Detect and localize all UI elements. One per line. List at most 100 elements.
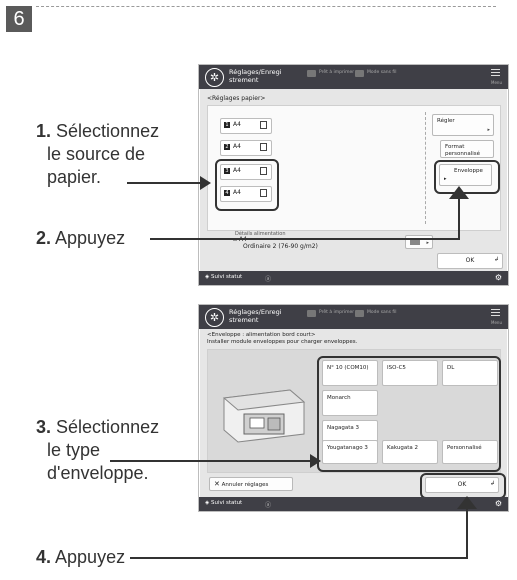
screen-envelope: ✲ Réglages/Enregi strement Prêt à imprim…: [198, 304, 509, 512]
step-text: Sélectionnez: [56, 417, 160, 437]
step-text: d'enveloppe.: [47, 463, 149, 483]
leader-line-4: [130, 557, 468, 559]
paper-icon: [260, 121, 267, 129]
button-label: OK: [457, 481, 467, 488]
leader-line-4-vertical: [466, 506, 468, 559]
status-label: Suivi statut: [210, 500, 243, 506]
envelope-n10[interactable]: N° 10 (COM10): [322, 360, 378, 386]
home-logo-icon[interactable]: ✲: [205, 68, 224, 87]
arrow-head-icon: [200, 176, 211, 190]
printer-icon: [307, 70, 316, 77]
ok-button[interactable]: OK ↲: [425, 477, 499, 493]
tray-4[interactable]: 4 A4: [220, 186, 272, 202]
regler-button[interactable]: Régler ▸: [432, 114, 494, 136]
step-text: le type: [47, 440, 101, 460]
enveloppe-button[interactable]: Enveloppe ▸: [439, 164, 492, 186]
instruction-step-4: 4. Appuyez: [36, 546, 125, 569]
tab-label: Prêt à imprimer: [319, 70, 355, 75]
panel-divider: [425, 112, 426, 224]
arrow-up-icon: [457, 496, 477, 509]
info-icon[interactable]: ⓐ: [265, 500, 271, 509]
tray-size: A4: [233, 121, 241, 128]
paper-panel: 1 A4 2 A4 3 A4 4 A4 Régler ▸ Format perso…: [207, 105, 501, 231]
paper-icon: [260, 143, 267, 151]
menu-icon[interactable]: [491, 69, 500, 78]
button-label: DL: [447, 365, 455, 371]
button-label: Monarch: [327, 395, 351, 401]
home-logo-icon[interactable]: ✲: [205, 308, 224, 327]
envelope-drawer-illustration: [218, 380, 308, 450]
status-monitor-button[interactable]: ◈ Suivi statut: [205, 500, 242, 506]
tab-wireless[interactable]: Mode sans fil: [355, 70, 397, 77]
envelope-panel: N° 10 (COM10) ISO-C5 DL Monarch Nagagata…: [207, 349, 501, 473]
menu-label: Menu: [491, 320, 502, 325]
tray-3[interactable]: 3 A4: [220, 164, 272, 180]
settings-shortcut-icon[interactable]: ⚙: [495, 273, 502, 282]
button-label: Enveloppe: [454, 168, 483, 174]
step-badge: 6: [6, 6, 32, 32]
menu-icon[interactable]: [491, 309, 500, 318]
envelope-header: <Enveloppe : alimentation bord court> In…: [207, 332, 357, 346]
button-label: Yougatanago 3: [327, 445, 368, 451]
tray-size: A4: [233, 189, 241, 196]
tray-number: 3: [224, 168, 230, 174]
envelope-dl[interactable]: DL: [442, 360, 498, 386]
tray-size: A4: [233, 143, 241, 150]
tab-label: Mode sans fil: [367, 70, 397, 75]
button-label: Nagagata 3: [327, 425, 359, 431]
tab-label: Mode sans fil: [367, 310, 397, 315]
cancel-settings-button[interactable]: ✕ Annuler réglages: [209, 477, 293, 491]
app-title: Réglages/Enregi strement: [229, 308, 282, 324]
leader-line-2: [150, 238, 460, 240]
bypass-row[interactable]: Détails alimentation ▫ A4 Ordinaire 2 (7…: [225, 231, 445, 253]
tab-ready-print[interactable]: Prêt à imprimer: [307, 70, 354, 77]
button-label: Annuler réglages: [221, 482, 269, 488]
step-text: Sélectionnez: [56, 121, 160, 141]
paper-icon: [260, 167, 267, 175]
tray-size: A4: [233, 167, 241, 174]
step-text: papier.: [47, 167, 102, 187]
step-text: Appuyez: [55, 547, 126, 567]
button-label: OK: [465, 257, 475, 264]
tray-1[interactable]: 1 A4: [220, 118, 272, 134]
screen-paper-settings: ✲ Réglages/Enregi strement Prêt à imprim…: [198, 64, 509, 286]
tray-number: 2: [224, 144, 230, 150]
printer-icon: [307, 310, 316, 317]
envelope-monarch[interactable]: Monarch: [322, 390, 378, 416]
info-icon[interactable]: ⓐ: [265, 274, 271, 283]
leader-line-2-vertical: [458, 196, 460, 240]
page-subtitle: <Réglages papier>: [207, 95, 266, 102]
instruction-step-2: 2. Appuyez: [36, 227, 125, 250]
button-label: ISO-C5: [387, 365, 406, 371]
top-bar: ✲ Réglages/Enregi strement Prêt à imprim…: [199, 65, 508, 89]
envelope-iso-c5[interactable]: ISO-C5: [382, 360, 438, 386]
status-bar: ◈ Suivi statut ⓐ ⚙: [199, 271, 508, 285]
header-line-1: <Enveloppe : alimentation bord court>: [207, 332, 316, 338]
envelope-personnalise[interactable]: Personnalisé: [442, 440, 498, 464]
bypass-type: Ordinaire 2 (76-90 g/m2): [243, 243, 318, 250]
button-label: N° 10 (COM10): [327, 365, 369, 371]
step-number: 4.: [36, 547, 52, 567]
status-monitor-button[interactable]: ◈ Suivi statut: [205, 274, 242, 280]
tab-wireless[interactable]: Mode sans fil: [355, 310, 397, 317]
ok-button[interactable]: OK ↲: [437, 253, 503, 269]
tab-ready-print[interactable]: Prêt à imprimer: [307, 310, 354, 317]
wireless-icon: [355, 70, 364, 77]
step-number: 1.: [36, 121, 52, 141]
settings-shortcut-icon[interactable]: ⚙: [495, 499, 502, 508]
enter-icon: ↲: [493, 256, 499, 263]
step-text: Appuyez: [55, 228, 126, 248]
menu-label: Menu: [491, 80, 502, 85]
tray-number: 4: [224, 190, 230, 196]
step-number: 3.: [36, 417, 52, 437]
envelope-yougatanago3[interactable]: Yougatanago 3: [322, 440, 378, 464]
envelope-kakugata2[interactable]: Kakugata 2: [382, 440, 438, 464]
leader-line-3: [110, 460, 314, 462]
enter-icon: ↲: [489, 480, 495, 487]
instruction-step-1: 1. Sélectionnez le source de papier.: [36, 120, 159, 189]
paper-icon: [260, 189, 267, 197]
app-title: Réglages/Enregi strement: [229, 68, 282, 84]
chevron-right-icon: ▸: [444, 176, 447, 182]
tray-2[interactable]: 2 A4: [220, 140, 272, 156]
format-personnalise-button[interactable]: Format personnalisé: [440, 140, 494, 158]
